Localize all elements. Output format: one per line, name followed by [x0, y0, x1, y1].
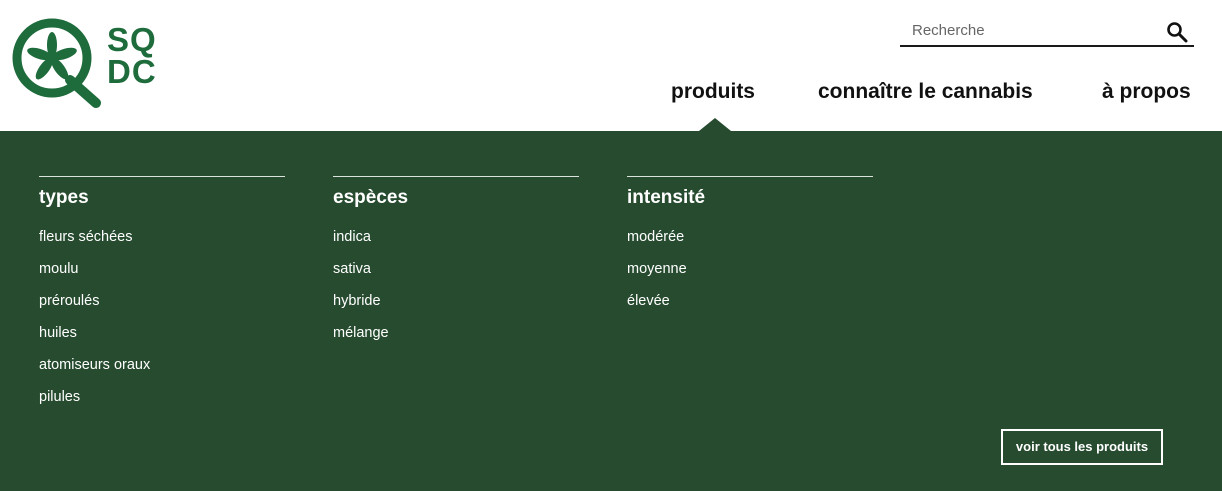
- menu-link[interactable]: moyenne: [627, 258, 873, 290]
- menu-link[interactable]: mélange: [333, 322, 579, 354]
- active-nav-caret: [699, 118, 731, 131]
- menu-link[interactable]: modérée: [627, 226, 873, 258]
- search-input[interactable]: [910, 18, 1164, 42]
- column-divider: [39, 176, 285, 177]
- logo-q-leaf-icon: [12, 18, 101, 108]
- nav-item-a-propos[interactable]: à propos: [1102, 80, 1191, 108]
- menu-link[interactable]: élevée: [627, 290, 873, 322]
- menu-link[interactable]: moulu: [39, 258, 285, 290]
- menu-link-list: modérée moyenne élevée: [627, 226, 873, 322]
- products-mega-menu: types fleurs séchées moulu préroulés hui…: [0, 131, 1222, 491]
- logo-line-2: DC: [107, 53, 157, 90]
- logo-line-1: SQ: [107, 21, 157, 58]
- site-header: SQ DC produits connaître le cannabis à p…: [0, 0, 1222, 131]
- view-all-products-button[interactable]: voir tous les produits: [1001, 429, 1163, 465]
- menu-link[interactable]: indica: [333, 226, 579, 258]
- menu-link-list: indica sativa hybride mélange: [333, 226, 579, 354]
- column-title: types: [39, 187, 89, 208]
- menu-link-list: fleurs séchées moulu préroulés huiles at…: [39, 226, 285, 418]
- search-bar: [900, 16, 1194, 47]
- nav-item-produits[interactable]: produits: [671, 80, 755, 108]
- menu-link[interactable]: hybride: [333, 290, 579, 322]
- menu-column-types: types fleurs séchées moulu préroulés hui…: [39, 176, 285, 418]
- menu-link[interactable]: huiles: [39, 322, 285, 354]
- column-title: espèces: [333, 187, 409, 208]
- menu-link[interactable]: atomiseurs oraux: [39, 354, 285, 386]
- menu-column-especes: espèces indica sativa hybride mélange: [333, 176, 579, 354]
- menu-link[interactable]: sativa: [333, 258, 579, 290]
- menu-link[interactable]: pilules: [39, 386, 285, 418]
- sqdc-logo[interactable]: SQ DC: [12, 18, 172, 110]
- column-title: intensité: [627, 187, 706, 208]
- menu-link[interactable]: fleurs séchées: [39, 226, 285, 258]
- menu-column-intensite: intensité modérée moyenne élevée: [627, 176, 873, 322]
- logo-wordmark: SQ DC: [107, 21, 157, 90]
- column-divider: [333, 176, 579, 177]
- search-icon[interactable]: [1166, 21, 1188, 43]
- column-divider: [627, 176, 873, 177]
- menu-link[interactable]: préroulés: [39, 290, 285, 322]
- nav-item-connaitre-le-cannabis[interactable]: connaître le cannabis: [818, 80, 1033, 108]
